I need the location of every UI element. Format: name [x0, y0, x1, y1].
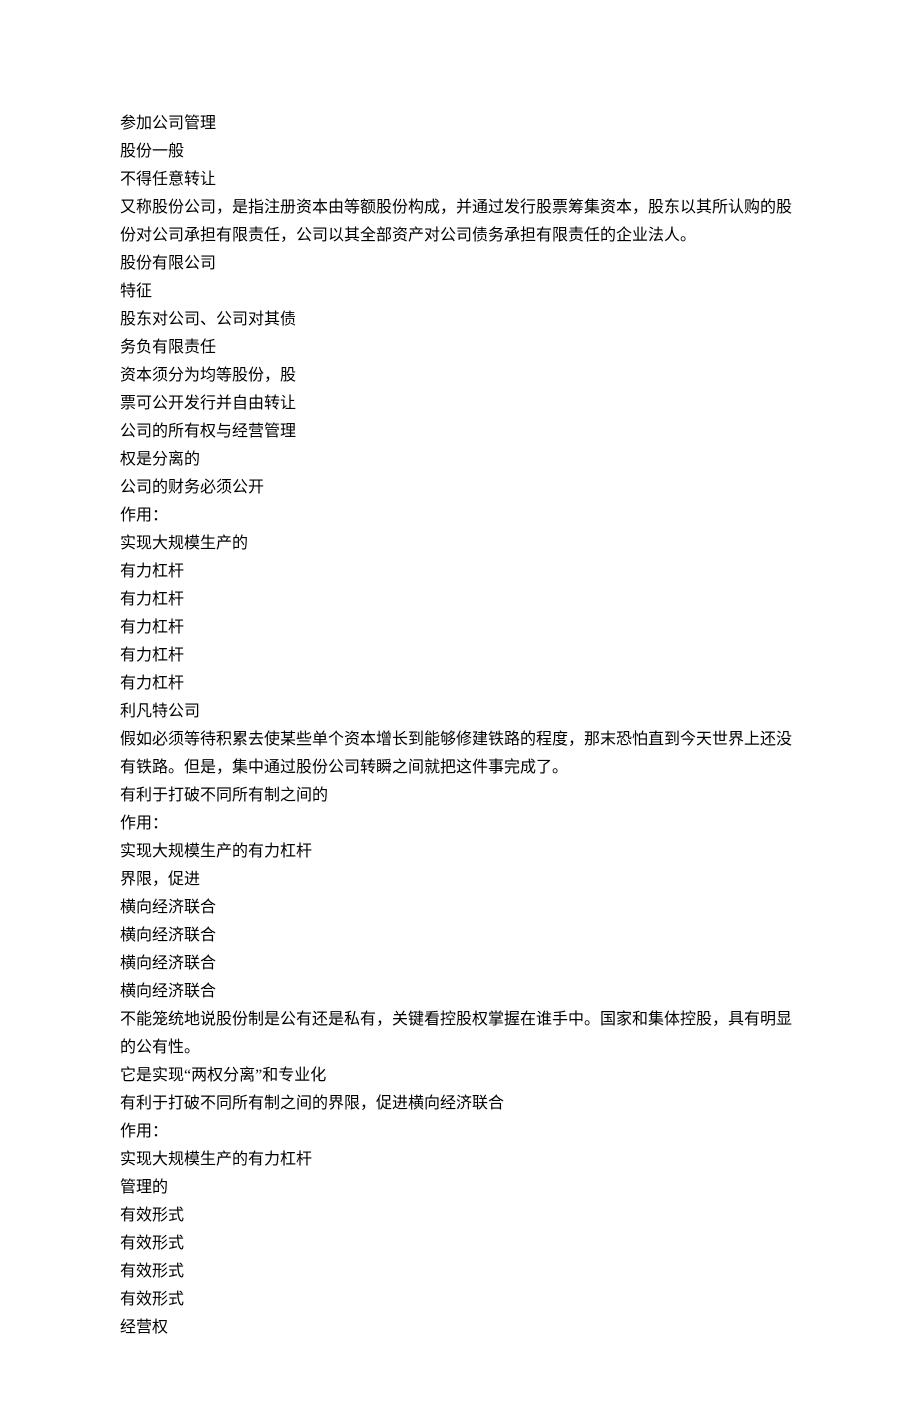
- text-line: 有力杠杆: [120, 642, 800, 670]
- text-line: 作用：: [120, 502, 800, 530]
- text-line: 作用：: [120, 1118, 800, 1146]
- text-line: 管理的: [120, 1174, 800, 1202]
- text-line: 经营权: [120, 1314, 800, 1342]
- text-line: 股份有限公司: [120, 250, 800, 278]
- text-line: 有力杠杆: [120, 670, 800, 698]
- text-line: 有效形式: [120, 1258, 800, 1286]
- document-body: 参加公司管理股份一般不得任意转让又称股份公司，是指注册资本由等额股份构成，并通过…: [120, 110, 800, 1342]
- text-line: 资本须分为均等股份，股: [120, 362, 800, 390]
- text-line: 不能笼统地说股份制是公有还是私有，关键看控股权掌握在谁手中。国家和集体控股，具有…: [120, 1006, 800, 1062]
- text-line: 不得任意转让: [120, 166, 800, 194]
- text-line: 特征: [120, 278, 800, 306]
- text-line: 横向经济联合: [120, 978, 800, 1006]
- text-line: 务负有限责任: [120, 334, 800, 362]
- text-line: 有效形式: [120, 1230, 800, 1258]
- text-line: 股东对公司、公司对其债: [120, 306, 800, 334]
- text-line: 股份一般: [120, 138, 800, 166]
- text-line: 实现大规模生产的: [120, 530, 800, 558]
- text-line: 公司的财务必须公开: [120, 474, 800, 502]
- text-line: 公司的所有权与经营管理: [120, 418, 800, 446]
- text-line: 横向经济联合: [120, 894, 800, 922]
- text-line: 利凡特公司: [120, 698, 800, 726]
- text-line: 有力杠杆: [120, 558, 800, 586]
- text-line: 有利于打破不同所有制之间的: [120, 782, 800, 810]
- text-line: 有效形式: [120, 1202, 800, 1230]
- text-line: 有利于打破不同所有制之间的界限，促进横向经济联合: [120, 1090, 800, 1118]
- text-line: 权是分离的: [120, 446, 800, 474]
- text-line: 它是实现“两权分离”和专业化: [120, 1062, 800, 1090]
- text-line: 有力杠杆: [120, 614, 800, 642]
- text-line: 参加公司管理: [120, 110, 800, 138]
- text-line: 界限，促进: [120, 866, 800, 894]
- text-line: 实现大规模生产的有力杠杆: [120, 838, 800, 866]
- text-line: 有效形式: [120, 1286, 800, 1314]
- text-line: 实现大规模生产的有力杠杆: [120, 1146, 800, 1174]
- text-line: 有力杠杆: [120, 586, 800, 614]
- text-line: 票可公开发行并自由转让: [120, 390, 800, 418]
- text-line: 横向经济联合: [120, 922, 800, 950]
- text-line: 又称股份公司，是指注册资本由等额股份构成，并通过发行股票筹集资本，股东以其所认购…: [120, 194, 800, 250]
- text-line: 假如必须等待积累去使某些单个资本增长到能够修建铁路的程度，那末恐怕直到今天世界上…: [120, 726, 800, 782]
- text-line: 横向经济联合: [120, 950, 800, 978]
- text-line: 作用：: [120, 810, 800, 838]
